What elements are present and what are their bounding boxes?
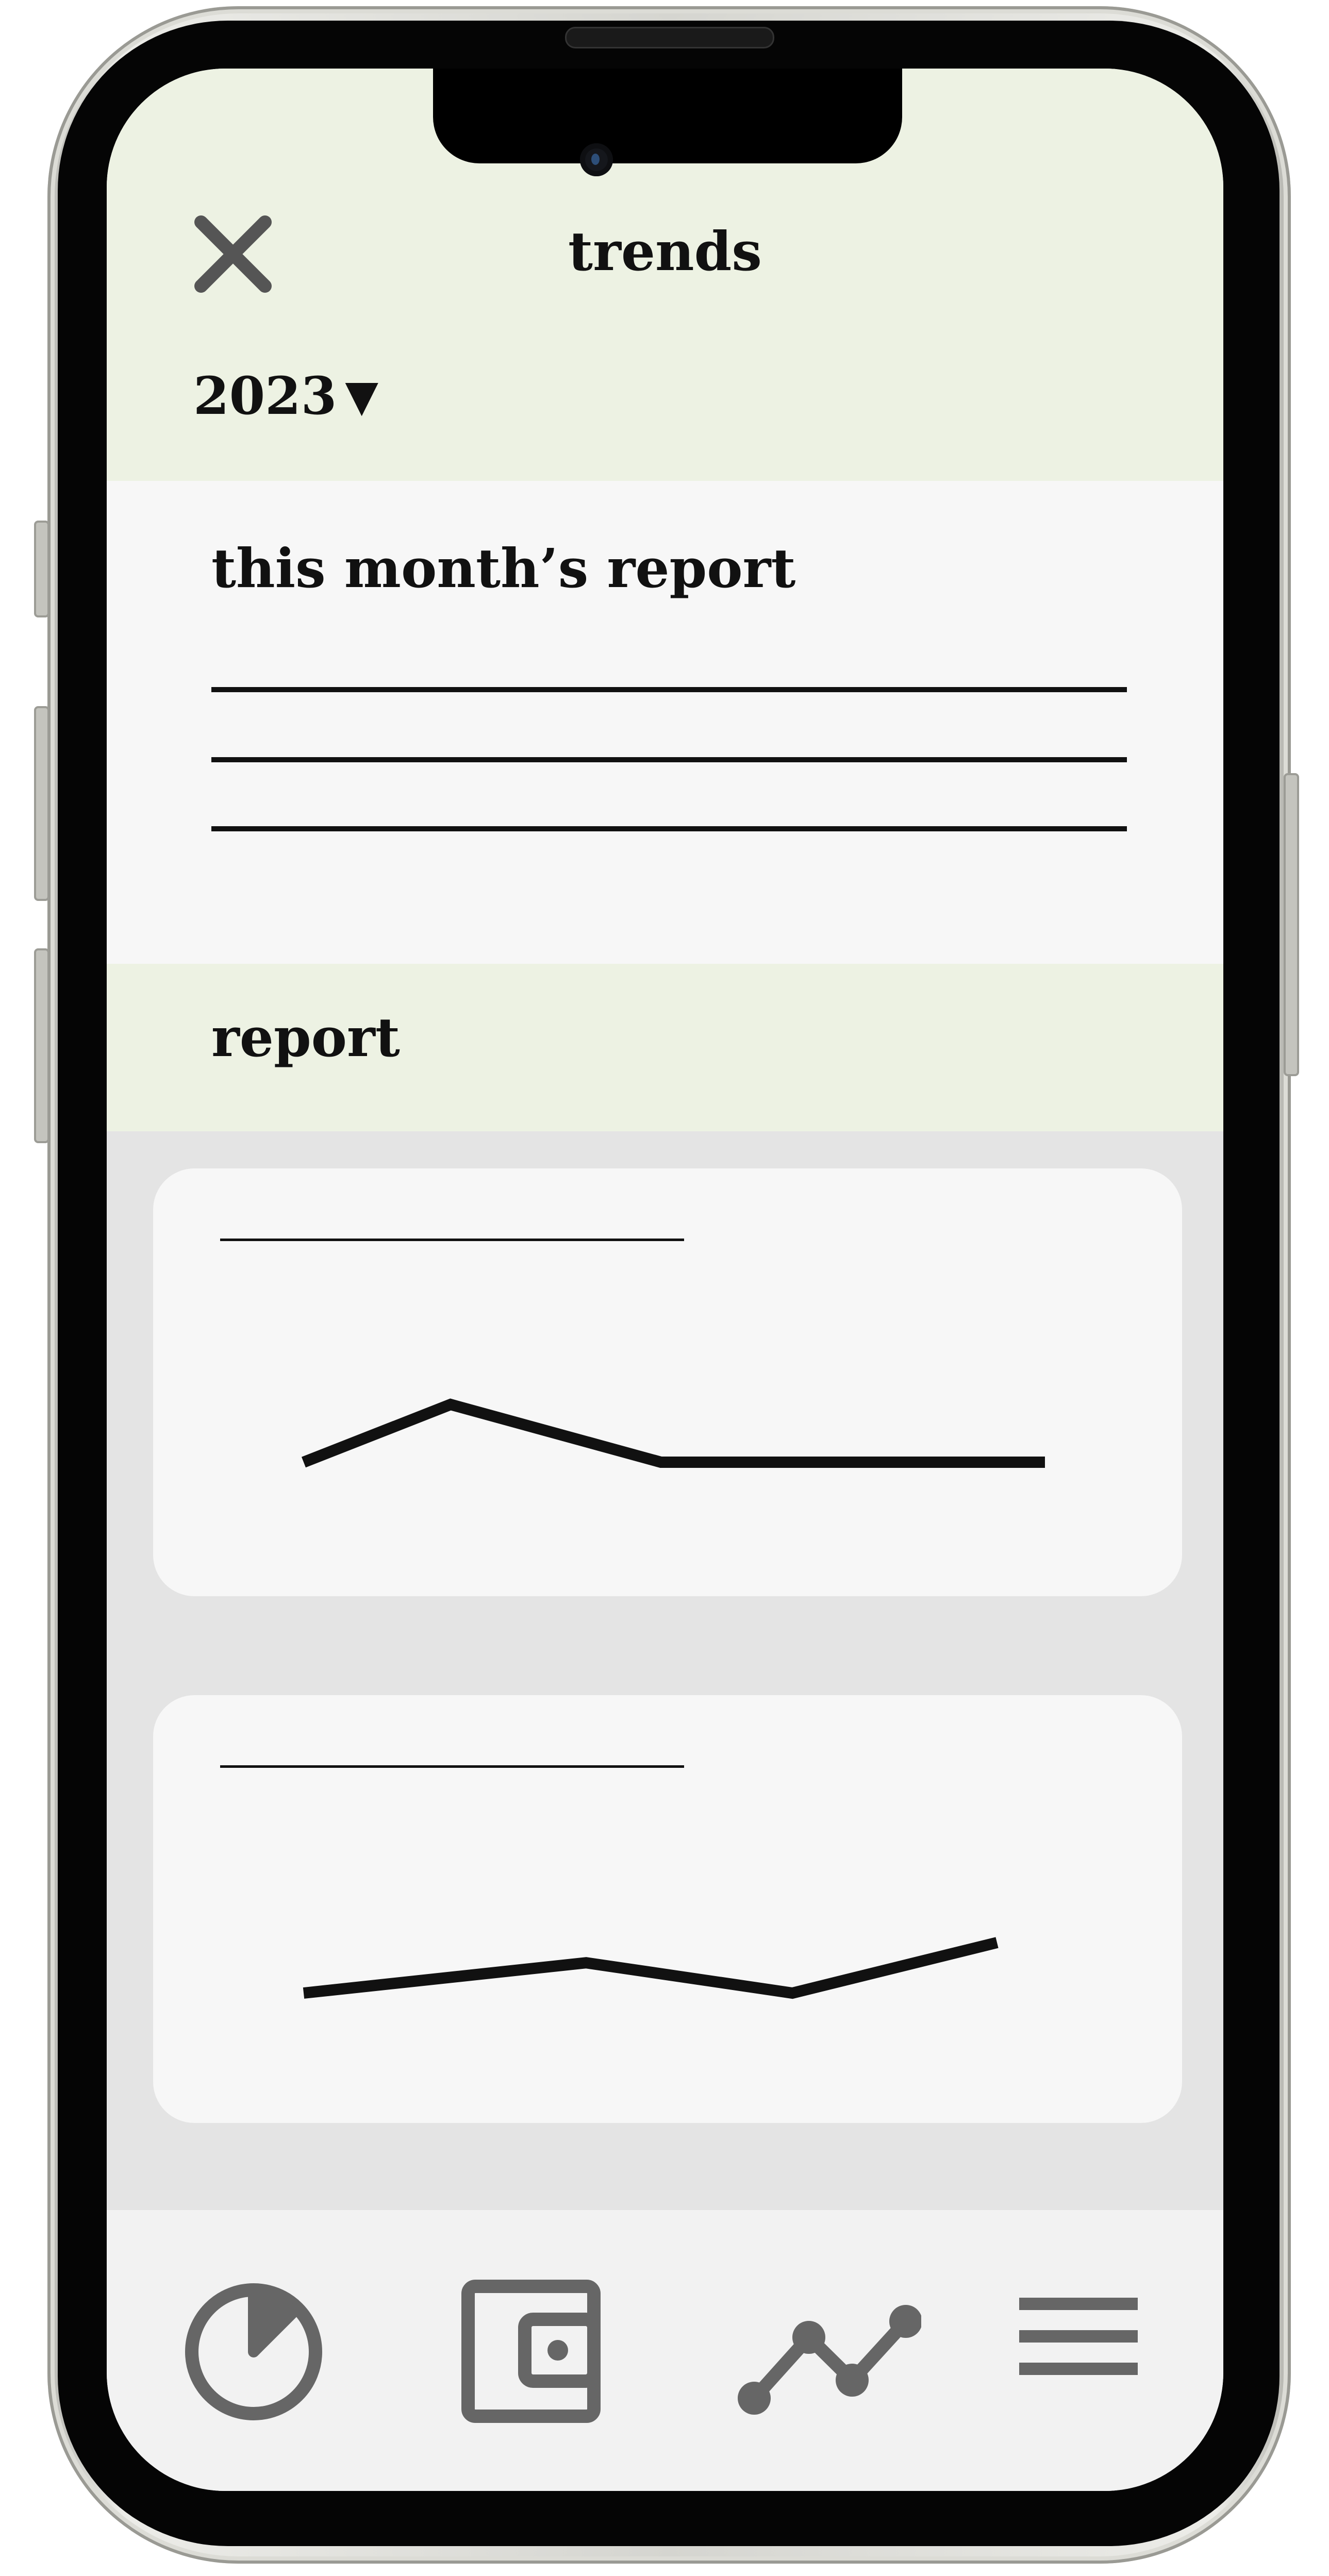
trend-line-chart	[301, 1398, 1045, 1468]
report-text-placeholder-line	[211, 826, 1127, 831]
report-cards-list	[107, 1131, 1223, 2210]
trend-line-chart	[303, 1937, 999, 1999]
nav-item-overview[interactable]	[179, 2277, 328, 2429]
wallet-icon	[461, 2280, 601, 2423]
silent-switch	[34, 521, 49, 617]
caret-down-icon: ▼	[345, 370, 378, 421]
report-text-placeholder-line	[211, 757, 1127, 762]
trend-line-icon	[738, 2305, 922, 2415]
earpiece-speaker	[565, 27, 774, 48]
nav-item-menu[interactable]	[1017, 2293, 1140, 2382]
power-button	[1284, 773, 1299, 1076]
report-section-heading: report	[211, 1006, 400, 1069]
front-camera	[580, 143, 613, 176]
bottom-navigation	[107, 2210, 1223, 2491]
menu-icon	[1019, 2298, 1138, 2375]
year-dropdown[interactable]: 2023 ▼	[193, 362, 378, 429]
phone-screen: trends 2023 ▼ this month’s report report	[107, 69, 1223, 2491]
volume-down-button	[34, 948, 49, 1143]
volume-up-button	[34, 706, 49, 901]
nav-item-wallet[interactable]	[459, 2277, 608, 2429]
nav-item-trends[interactable]	[736, 2277, 922, 2429]
notch	[433, 69, 902, 163]
report-card[interactable]	[153, 1695, 1182, 2123]
report-card[interactable]	[153, 1168, 1182, 1596]
year-value: 2023	[193, 365, 337, 426]
pie-chart-icon	[185, 2283, 322, 2420]
report-text-placeholder-line	[211, 687, 1127, 692]
chart-series-line	[303, 1937, 999, 1999]
chart-series-line	[301, 1398, 1045, 1468]
page-title: trends	[568, 220, 762, 283]
monthly-report-heading: this month’s report	[211, 537, 796, 600]
